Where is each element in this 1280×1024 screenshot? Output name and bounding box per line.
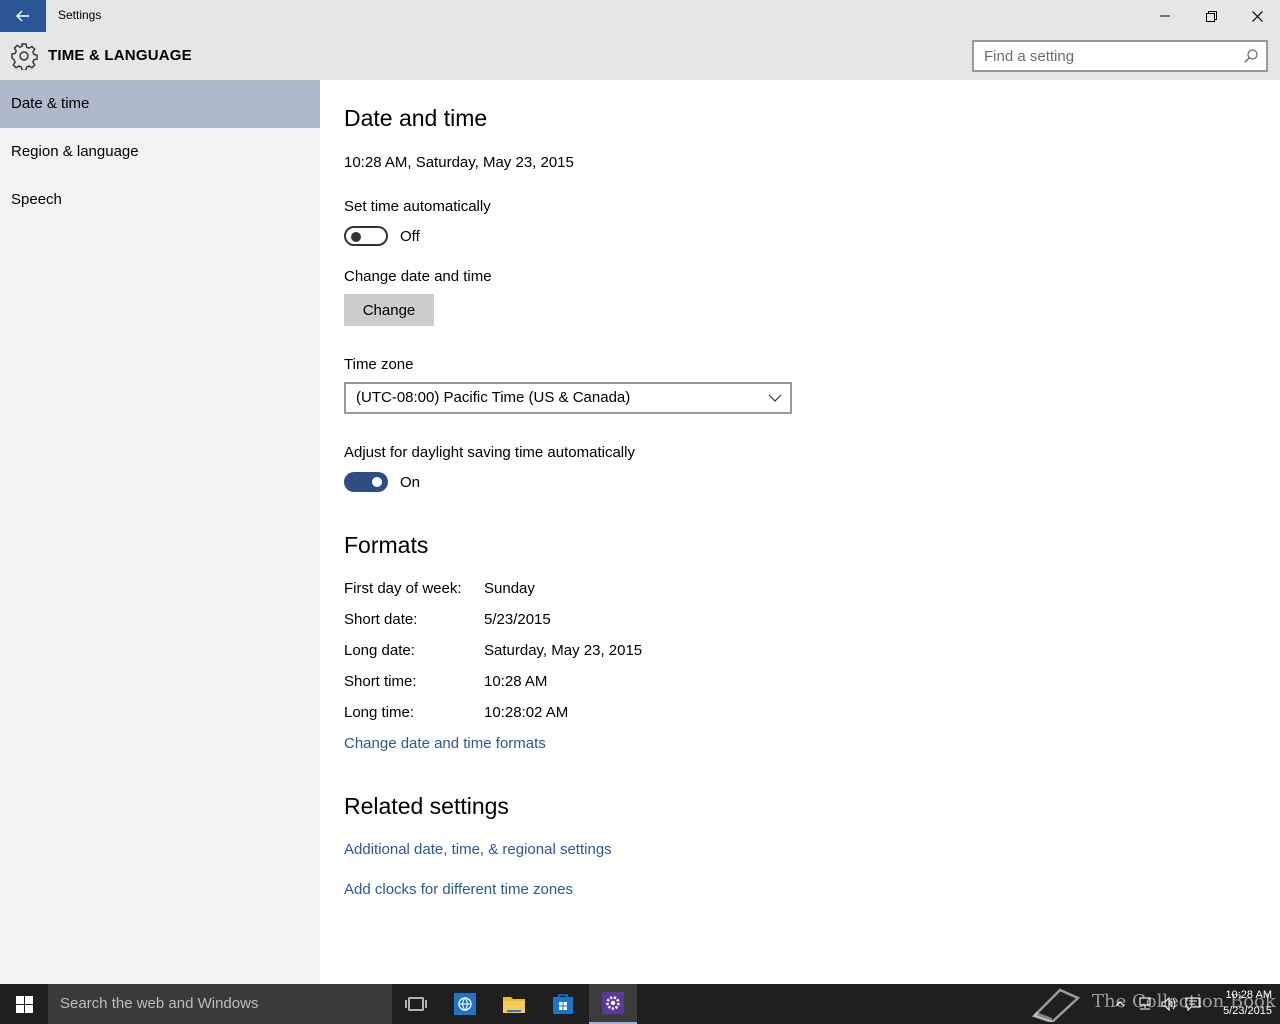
format-label: First day of week:	[344, 580, 462, 597]
toggle-knob	[351, 232, 361, 242]
settings-header: TIME & LANGUAGE	[0, 32, 1280, 80]
format-value: Saturday, May 23, 2015	[484, 642, 643, 659]
toggle-knob	[372, 477, 382, 487]
windows-logo-icon	[15, 995, 33, 1013]
minimize-icon	[1160, 15, 1170, 17]
title-bar: Settings	[0, 0, 1280, 32]
format-label: Long time:	[344, 704, 415, 721]
gear-icon	[10, 42, 38, 71]
set-time-auto-toggle[interactable]	[344, 226, 388, 246]
time-zone-label: Time zone	[344, 356, 414, 373]
close-button[interactable]	[1234, 0, 1280, 32]
back-button[interactable]	[0, 0, 46, 32]
formats-heading: Formats	[344, 532, 429, 558]
folder-icon	[503, 997, 525, 1013]
format-label: Short date:	[344, 611, 418, 628]
taskbar-search-placeholder: Search the web and Windows	[60, 995, 259, 1012]
search-icon[interactable]	[1244, 49, 1258, 63]
restore-icon	[1205, 10, 1217, 22]
minimize-button[interactable]	[1142, 0, 1188, 32]
taskbar-browser-button[interactable]	[441, 984, 489, 1024]
action-center-icon	[1185, 997, 1201, 1011]
taskbar: Search the web and Windows The Collectio…	[0, 984, 1280, 1024]
additional-settings-link[interactable]: Additional date, time, & regional settin…	[344, 841, 612, 858]
format-value: 5/23/2015	[484, 611, 551, 628]
format-value: 10:28 AM	[484, 673, 548, 690]
network-icon	[1139, 997, 1151, 1010]
close-icon	[1251, 10, 1263, 22]
tray-show-hidden-button[interactable]	[1112, 984, 1128, 1024]
time-zone-dropdown[interactable]: (UTC-08:00) Pacific Time (US & Canada)	[344, 382, 792, 414]
add-clocks-link[interactable]: Add clocks for different time zones	[344, 881, 573, 898]
task-view-button[interactable]	[392, 984, 440, 1024]
change-button[interactable]: Change	[344, 294, 434, 326]
find-setting-search-box[interactable]	[972, 40, 1268, 72]
format-label: Long date:	[344, 642, 415, 659]
dst-label: Adjust for daylight saving time automati…	[344, 444, 635, 461]
sidebar-item-region-language[interactable]: Region & language	[0, 128, 320, 176]
start-button[interactable]	[0, 984, 48, 1024]
volume-icon	[1161, 997, 1176, 1011]
time-zone-value: (UTC-08:00) Pacific Time (US & Canada)	[356, 389, 631, 406]
back-arrow-icon	[16, 10, 29, 22]
search-input[interactable]	[974, 42, 1234, 70]
related-settings-heading: Related settings	[344, 793, 509, 819]
format-label: Short time:	[344, 673, 417, 690]
change-formats-link[interactable]: Change date and time formats	[344, 735, 546, 752]
store-icon	[553, 994, 573, 1014]
tray-volume-button[interactable]	[1158, 984, 1180, 1024]
taskbar-clock[interactable]: 10:28 AM 5/23/2015	[1206, 987, 1272, 1019]
set-time-auto-state: Off	[400, 228, 420, 245]
clock-time: 10:28 AM	[1225, 989, 1272, 1001]
tray-network-button[interactable]	[1134, 984, 1156, 1024]
sidebar-item-date-time[interactable]: Date & time	[0, 80, 320, 128]
dst-state: On	[400, 474, 421, 491]
book-icon	[1031, 988, 1081, 1022]
settings-gear-icon	[602, 992, 624, 1014]
sidebar-item-speech[interactable]: Speech	[0, 176, 320, 224]
chevron-down-icon	[768, 394, 782, 402]
format-value: 10:28:02 AM	[484, 704, 569, 721]
current-datetime: 10:28 AM, Saturday, May 23, 2015	[344, 154, 574, 171]
taskbar-settings-button[interactable]	[589, 984, 637, 1024]
section-title: TIME & LANGUAGE	[48, 47, 192, 64]
taskbar-store-button[interactable]	[539, 984, 587, 1024]
set-time-auto-label: Set time automatically	[344, 198, 491, 215]
dst-toggle[interactable]	[344, 472, 388, 492]
restore-button[interactable]	[1188, 0, 1234, 32]
task-view-icon	[405, 997, 427, 1011]
taskbar-search-box[interactable]: Search the web and Windows	[48, 984, 392, 1024]
change-datetime-label: Change date and time	[344, 268, 492, 285]
main-content: Date and time 10:28 AM, Saturday, May 23…	[320, 80, 1280, 984]
sidebar: Date & time Region & language Speech	[0, 80, 320, 984]
window-title: Settings	[58, 8, 102, 22]
chevron-up-icon	[1115, 1001, 1125, 1007]
format-value: Sunday	[484, 580, 535, 597]
clock-date: 5/23/2015	[1223, 1005, 1272, 1017]
taskbar-file-explorer-button[interactable]	[490, 984, 538, 1024]
page-title: Date and time	[344, 105, 488, 131]
browser-icon	[454, 993, 476, 1015]
tray-action-center-button[interactable]	[1182, 984, 1204, 1024]
